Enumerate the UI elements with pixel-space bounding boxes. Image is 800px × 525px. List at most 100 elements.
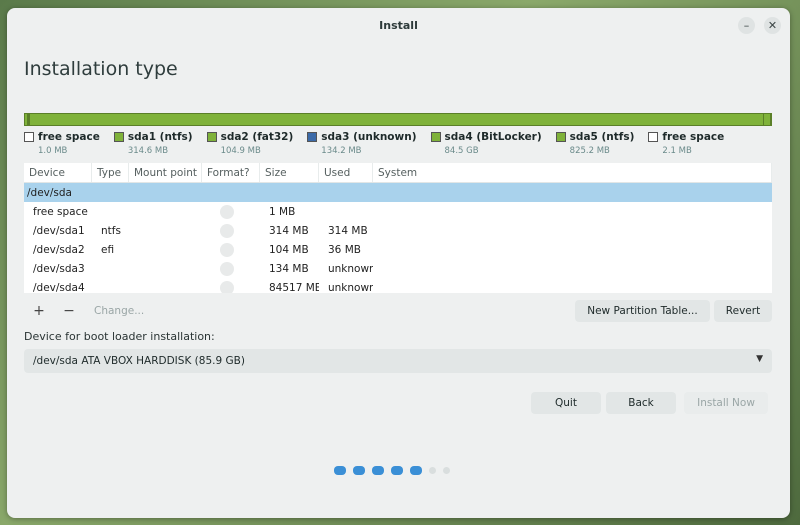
cell-size: 134 MB xyxy=(269,262,309,275)
partition-bar-segment xyxy=(30,114,764,125)
legend-swatch xyxy=(206,132,217,142)
column-header[interactable]: Device xyxy=(24,163,92,182)
legend-item: sda1 (ntfs) 314.6 MB xyxy=(113,131,193,156)
cell-size: 84517 MB xyxy=(269,281,319,294)
step-indicator xyxy=(334,466,457,475)
format-checkbox[interactable] xyxy=(220,280,234,293)
cell-size: 104 MB xyxy=(269,243,309,256)
legend-size: 1.0 MB xyxy=(38,146,68,156)
column-header[interactable]: Format? xyxy=(202,163,260,182)
remove-partition-button[interactable]: − xyxy=(54,303,84,319)
legend-label: free space xyxy=(662,131,725,143)
close-icon: ✕ xyxy=(767,19,778,32)
legend-item: sda5 (ntfs) 825.2 MB xyxy=(555,131,635,156)
step-dot xyxy=(443,467,450,474)
legend-swatch xyxy=(307,132,318,142)
column-header[interactable]: Used xyxy=(319,163,373,182)
cell-used: unknown xyxy=(328,262,373,275)
legend-swatch xyxy=(648,132,659,142)
step-dot xyxy=(429,467,436,474)
close-button[interactable]: ✕ xyxy=(764,17,781,34)
legend-swatch xyxy=(113,132,124,142)
table-header: Device Type Mount point Format? Size Used Syst… xyxy=(24,163,772,183)
legend-size: 2.1 MB xyxy=(662,146,692,156)
format-cell xyxy=(202,242,260,257)
legend-size: 314.6 MB xyxy=(127,146,169,156)
legend-item: sda2 (fat32) 104.9 MB xyxy=(206,131,294,156)
table-row[interactable]: /dev/sda2 efi 104 MB 36 MB xyxy=(24,240,772,259)
install-now-button[interactable]: Install Now xyxy=(684,392,768,414)
column-header[interactable]: System xyxy=(373,163,772,182)
legend-label: sda5 (ntfs) xyxy=(569,131,635,143)
partition-bar-segment xyxy=(771,114,772,125)
dropdown-arrow-icon: ▼ xyxy=(756,354,763,364)
table-row[interactable]: /dev/sda1 ntfs 314 MB 314 MB xyxy=(24,221,772,240)
legend-size: 825.2 MB xyxy=(569,146,610,156)
format-checkbox[interactable] xyxy=(220,261,234,276)
cell-type: ntfs xyxy=(101,224,121,237)
format-checkbox[interactable] xyxy=(220,204,234,219)
format-checkbox[interactable] xyxy=(220,223,234,238)
legend-label: sda1 (ntfs) xyxy=(127,131,193,143)
cell-size: 1 MB xyxy=(269,205,296,218)
legend-item: sda3 (unknown) 134.2 MB xyxy=(307,131,417,156)
partition-usage-bar xyxy=(24,113,772,126)
legend-label: sda4 (BitLocker) xyxy=(444,131,542,143)
table-row[interactable]: free space 1 MB xyxy=(24,202,772,221)
step-dot xyxy=(391,466,403,475)
legend-label: free space xyxy=(38,131,100,143)
column-header[interactable]: Size xyxy=(260,163,319,182)
legend-size: 84.5 GB xyxy=(444,146,479,156)
cell-used: 314 MB xyxy=(328,224,368,237)
format-cell xyxy=(202,223,260,238)
partition-table: Device Type Mount point Format? Size Used Syst… xyxy=(24,163,772,293)
cell-device: /dev/sda1 xyxy=(33,224,85,237)
legend-label: sda3 (unknown) xyxy=(321,131,417,143)
table-row[interactable]: /dev/sda3 134 MB unknown xyxy=(24,259,772,278)
cell-device: free space xyxy=(33,205,88,218)
add-partition-button[interactable]: + xyxy=(24,303,54,319)
minimize-icon: – xyxy=(743,19,750,32)
cell-device: /dev/sda4 xyxy=(33,281,85,294)
format-cell xyxy=(202,280,260,293)
legend-size: 104.9 MB xyxy=(220,146,261,156)
legend-item: free space 1.0 MB xyxy=(24,131,100,156)
partition-legend: free space 1.0 MB sda1 (ntfs) 314.6 MB sda2 … xyxy=(24,131,784,156)
column-header[interactable]: Type xyxy=(92,163,129,182)
cell-type: efi xyxy=(101,243,115,256)
back-button[interactable]: Back xyxy=(606,392,676,414)
cell-device: /dev/sda3 xyxy=(33,262,85,275)
legend-item: sda4 (BitLocker) 84.5 GB xyxy=(430,131,542,156)
table-body: /dev/sda free space 1 MB/dev/sda1 ntfs 314 M… xyxy=(24,183,772,293)
table-row[interactable]: /dev/sda xyxy=(24,183,772,202)
boot-loader-value: /dev/sda ATA VBOX HARDDISK (85.9 GB) xyxy=(33,355,245,367)
new-partition-table-button[interactable]: New Partition Table... xyxy=(575,300,710,322)
boot-loader-label: Device for boot loader installation: xyxy=(24,330,215,343)
cell-size: 314 MB xyxy=(269,224,309,237)
cell-used: 36 MB xyxy=(328,243,361,256)
cell-device: /dev/sda2 xyxy=(33,243,85,256)
step-dot xyxy=(410,466,422,475)
minimize-button[interactable]: – xyxy=(738,17,755,34)
legend-swatch xyxy=(555,132,566,142)
column-header[interactable]: Mount point xyxy=(129,163,202,182)
legend-item: free space 2.1 MB xyxy=(648,131,724,156)
legend-swatch xyxy=(24,132,34,142)
cell-used: unknown xyxy=(328,281,373,294)
revert-button[interactable]: Revert xyxy=(714,300,772,322)
quit-button[interactable]: Quit xyxy=(531,392,601,414)
boot-loader-select[interactable]: /dev/sda ATA VBOX HARDDISK (85.9 GB) ▼ xyxy=(24,349,772,373)
change-partition-button[interactable]: Change... xyxy=(94,305,144,317)
legend-size: 134.2 MB xyxy=(321,146,362,156)
table-row[interactable]: /dev/sda4 84517 MB unknown xyxy=(24,278,772,293)
page-title: Installation type xyxy=(24,58,178,80)
partition-bar-segment xyxy=(763,114,771,125)
legend-swatch xyxy=(430,132,441,142)
window-title: Install xyxy=(379,18,418,32)
format-checkbox[interactable] xyxy=(220,242,234,257)
step-dot xyxy=(353,466,365,475)
legend-label: sda2 (fat32) xyxy=(220,131,294,143)
format-cell xyxy=(202,261,260,276)
format-cell xyxy=(202,204,260,219)
step-dot xyxy=(372,466,384,475)
